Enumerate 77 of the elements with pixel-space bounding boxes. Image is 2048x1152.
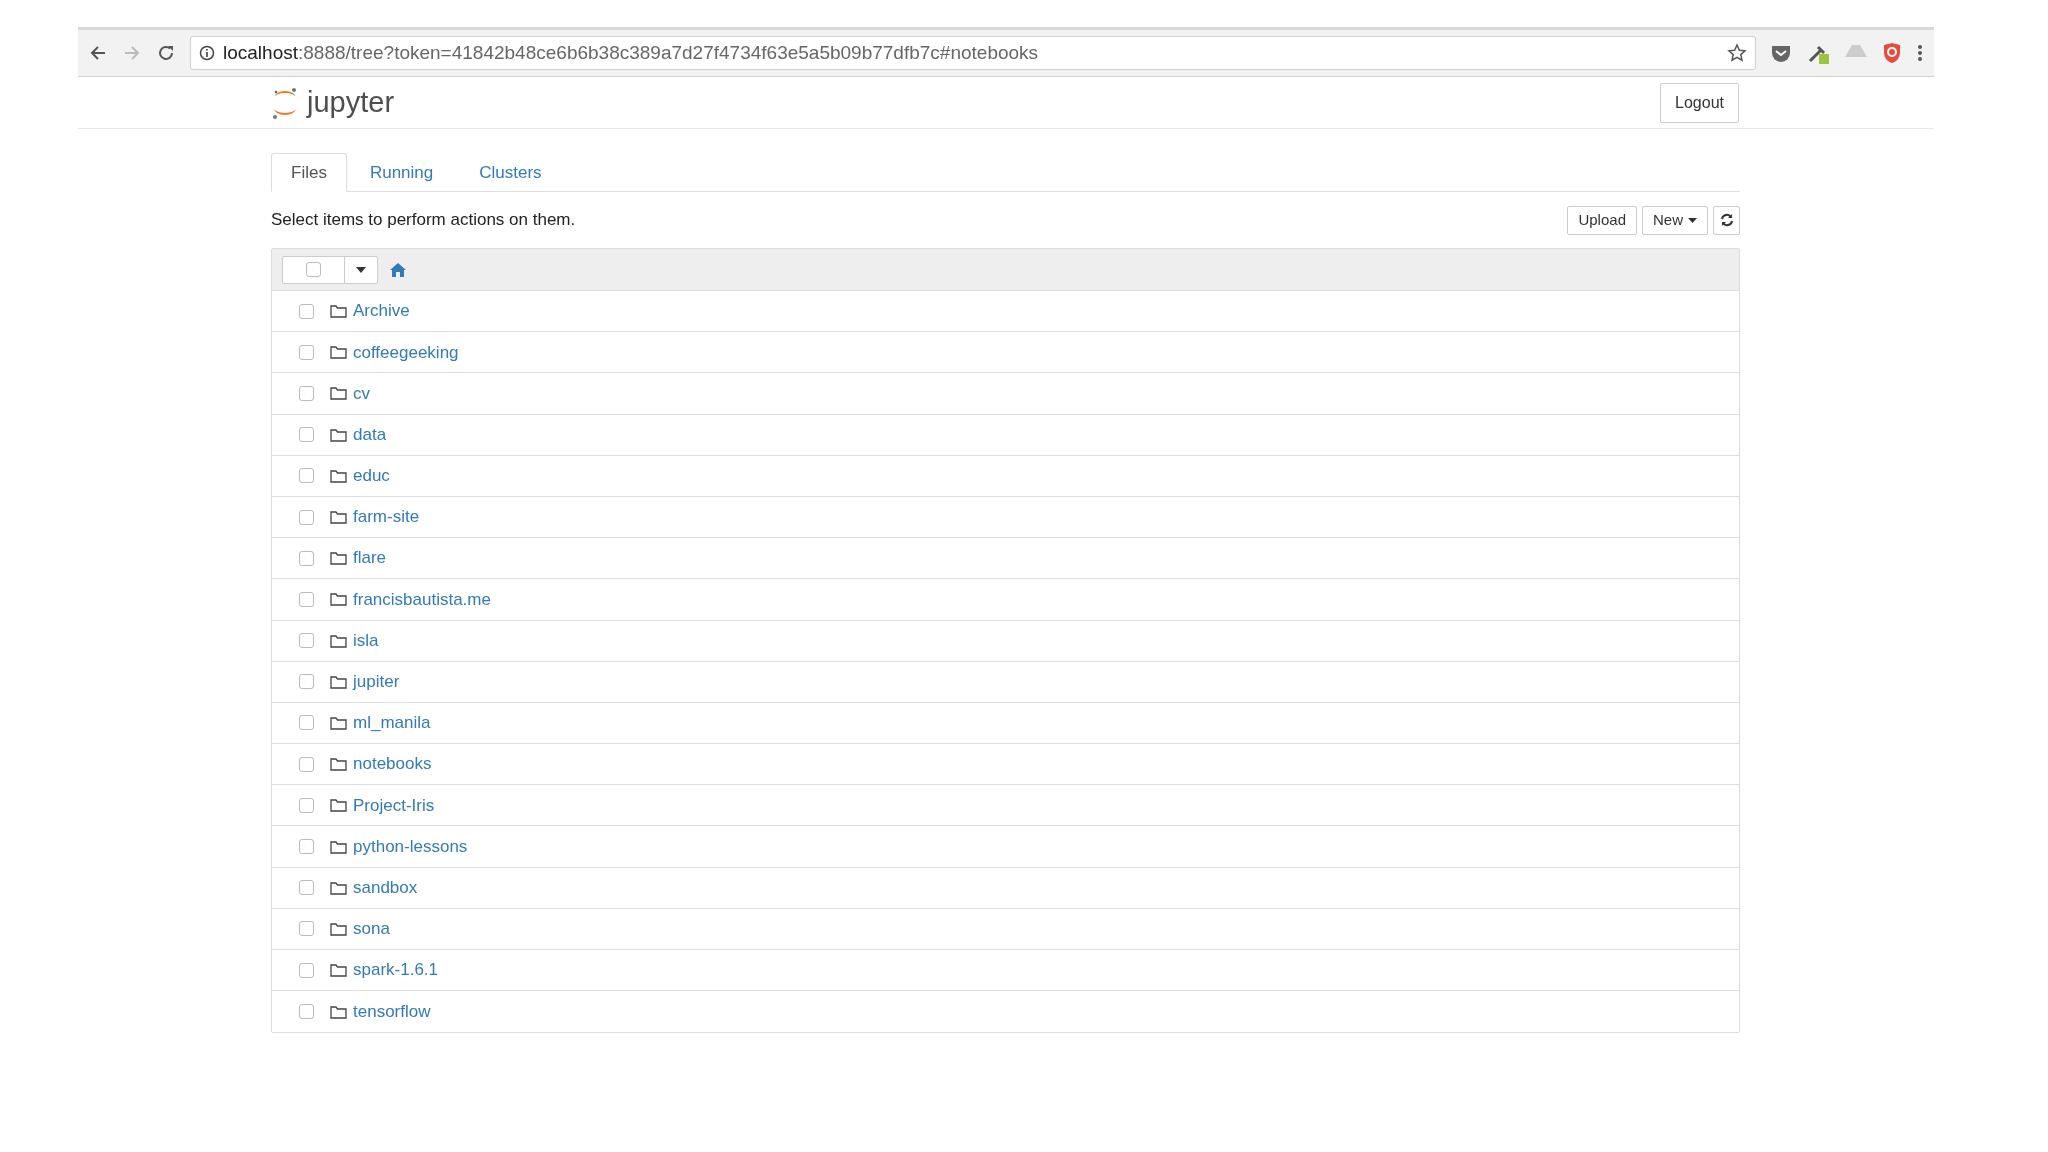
url-text: localhost:8888/tree?token=41842b48ce6b6b38c389a7d27f4734f63e5a5b09b77dfb7c#notebooks bbox=[223, 40, 1039, 65]
checkbox[interactable] bbox=[299, 797, 314, 813]
refresh-icon bbox=[1719, 213, 1734, 227]
folder-link[interactable]: flare bbox=[353, 545, 387, 571]
folder-icon bbox=[330, 798, 347, 813]
tab[interactable]: Files bbox=[271, 153, 347, 192]
folder-icon bbox=[330, 674, 347, 689]
tab[interactable]: Running bbox=[346, 153, 457, 192]
checkbox[interactable] bbox=[299, 427, 314, 443]
checkbox[interactable] bbox=[299, 344, 314, 360]
folder-link[interactable]: cv bbox=[353, 380, 370, 407]
folder-icon bbox=[330, 427, 347, 442]
caret-icon[interactable] bbox=[356, 266, 366, 273]
checkbox[interactable] bbox=[299, 591, 314, 607]
folder-icon bbox=[330, 633, 347, 648]
folder-link[interactable]: data bbox=[353, 421, 387, 448]
folder-link[interactable]: Project-Iris bbox=[353, 792, 435, 819]
shield-icon[interactable] bbox=[1882, 42, 1902, 64]
folder-link[interactable]: notebooks bbox=[353, 751, 432, 777]
folder-link[interactable]: isla bbox=[353, 627, 379, 654]
folder-icon bbox=[330, 592, 347, 607]
instruction-text: Select items to perform actions on them. bbox=[271, 209, 576, 232]
folder-link[interactable]: Archive bbox=[353, 298, 410, 324]
folder-icon bbox=[330, 839, 347, 854]
checkbox[interactable] bbox=[299, 962, 314, 978]
folder-icon bbox=[330, 715, 347, 730]
folder-link[interactable]: educ bbox=[353, 463, 390, 489]
folder-link[interactable]: sona bbox=[353, 916, 390, 942]
reload-icon[interactable] bbox=[156, 43, 176, 63]
folder-icon bbox=[330, 345, 347, 360]
folder-icon bbox=[330, 386, 347, 401]
checkbox[interactable] bbox=[299, 756, 314, 772]
folder-icon bbox=[330, 880, 347, 895]
checkbox[interactable] bbox=[299, 509, 314, 525]
jupyter-logo-text: jupyter bbox=[307, 88, 395, 117]
folder-icon bbox=[330, 921, 347, 936]
checkbox[interactable] bbox=[299, 385, 314, 401]
folder-link[interactable]: spark-1.6.1 bbox=[353, 957, 439, 983]
jupyter-logo-icon bbox=[271, 85, 299, 120]
checkbox[interactable] bbox=[299, 880, 314, 896]
checkbox[interactable] bbox=[299, 715, 314, 731]
checkbox[interactable] bbox=[299, 674, 314, 690]
refresh-button[interactable] bbox=[1713, 205, 1740, 235]
checkbox[interactable] bbox=[299, 839, 314, 855]
folder-icon bbox=[330, 757, 347, 772]
checkbox[interactable] bbox=[299, 633, 314, 649]
folder-link[interactable]: sandbox bbox=[353, 874, 418, 901]
folder-icon bbox=[330, 510, 347, 525]
folder-link[interactable]: farm-site bbox=[353, 504, 420, 530]
folder-icon bbox=[330, 1004, 347, 1019]
logout-button[interactable]: Logout bbox=[1660, 82, 1739, 123]
new-button[interactable]: New bbox=[1642, 205, 1708, 235]
checkbox[interactable] bbox=[299, 1004, 314, 1020]
folder-link[interactable]: jupiter bbox=[353, 669, 400, 695]
checkbox[interactable] bbox=[299, 921, 314, 937]
menu-icon[interactable] bbox=[1916, 43, 1924, 63]
address-bar[interactable]: localhost:8888/tree?token=41842b48ce6b6b38c389a7d27f4734f63e5a5b09b77dfb7c#notebooks bbox=[190, 36, 1756, 70]
checkbox[interactable] bbox=[299, 303, 314, 319]
info-icon[interactable] bbox=[199, 45, 215, 61]
pocket-icon[interactable] bbox=[1770, 43, 1792, 63]
upload-button[interactable]: Upload bbox=[1567, 205, 1637, 235]
checkbox[interactable] bbox=[299, 550, 314, 566]
folder-icon bbox=[330, 963, 347, 978]
folder-icon bbox=[330, 551, 347, 566]
home-icon[interactable] bbox=[390, 262, 406, 277]
checkbox[interactable] bbox=[299, 468, 314, 484]
folder-link[interactable]: ml_manila bbox=[353, 710, 431, 736]
caret-icon bbox=[1688, 217, 1697, 223]
folder-link[interactable]: coffeegeeking bbox=[353, 339, 459, 366]
folder-icon bbox=[330, 304, 347, 319]
star-icon[interactable] bbox=[1727, 43, 1747, 63]
checkbox[interactable] bbox=[306, 262, 321, 277]
folder-link[interactable]: python-lessons bbox=[353, 833, 468, 860]
folder-icon bbox=[330, 468, 347, 483]
tab[interactable]: Clusters bbox=[456, 153, 565, 192]
folder-link[interactable]: tensorflow bbox=[353, 999, 431, 1025]
folder-link[interactable]: francisbautista.me bbox=[353, 586, 491, 613]
